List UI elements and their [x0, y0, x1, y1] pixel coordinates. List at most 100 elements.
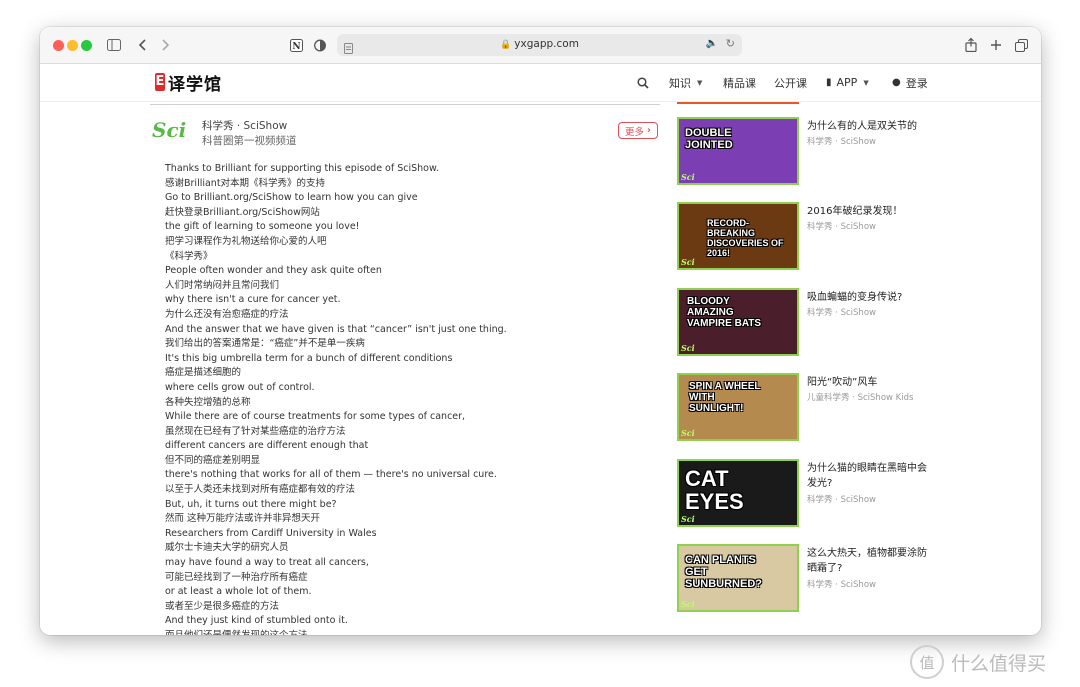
video-thumbnail[interactable]: RECORD-BREAKING DISCOVERIES OF 2016! Sci [677, 202, 799, 270]
transcript-line: It's this big umbrella term for a bunch … [165, 352, 453, 364]
nav-label: APP [836, 76, 858, 89]
video-channel[interactable]: 科学秀 · SciShow [807, 135, 876, 147]
nav-label: 知识 [669, 76, 691, 90]
tab-overview-icon[interactable] [1011, 35, 1031, 55]
watermark: 值 什么值得买 [910, 645, 1046, 679]
transcript-line: 《科学秀》 [165, 250, 213, 262]
video-thumbnail[interactable]: CAT EYES Sci [677, 459, 799, 527]
notion-extension-icon[interactable]: N [286, 35, 306, 55]
transcript-line: different cancers are different enough t… [165, 440, 369, 452]
transcript-line: 以至于人类还未找到对所有癌症都有效的疗法 [165, 484, 356, 496]
zoom-window-button[interactable] [81, 40, 92, 51]
scishow-badge-icon: Sci [681, 514, 695, 524]
transcript-line: 癌症是描述细胞的 [165, 367, 242, 379]
new-tab-icon[interactable] [986, 35, 1006, 55]
minimize-window-button[interactable] [67, 40, 78, 51]
video-title[interactable]: 阳光“吹动”风车 [807, 375, 932, 390]
audio-playing-icon[interactable]: 🔈 [706, 38, 718, 49]
more-button-label: 更多 [625, 126, 645, 138]
video-channel[interactable]: 科学秀 · SciShow [807, 578, 876, 590]
scishow-badge-icon: Sci [681, 172, 695, 182]
video-thumbnail[interactable]: BLOODY AMAZING VAMPIRE BATS Sci [677, 288, 799, 356]
watermark-logo-icon: 值 [910, 645, 944, 679]
section-divider [150, 104, 660, 105]
video-thumbnail[interactable]: CAN PLANTS GET SUNBURNED? Sci [677, 544, 799, 612]
back-icon[interactable] [132, 35, 152, 55]
transcript-line: And the answer that we have given is tha… [165, 323, 507, 335]
transcript-line: there's nothing that works for all of th… [165, 469, 497, 481]
video-title[interactable]: 为什么猫的眼睛在黑暗中会发光? [807, 461, 932, 491]
transcript-line: 可能已经找到了一种治疗所有癌症 [165, 571, 308, 583]
transcript-line: 把学习课程作为礼物送给你心爱的人吧 [165, 235, 327, 247]
channel-name[interactable]: 科学秀 · SciShow [202, 118, 287, 133]
transcript-line: And they just kind of stumbled onto it. [165, 615, 348, 627]
transcript-line: 为什么还没有治愈癌症的疗法 [165, 308, 289, 320]
transcript-line: 人们时常纳闷并且常问我们 [165, 279, 280, 291]
scishow-badge-icon: Sci [681, 428, 695, 438]
forward-icon[interactable] [156, 35, 176, 55]
site-header: E 译学馆 知识 ▼ 精品课 公开课 ▮ APP ▼ ● 登录 [40, 64, 1041, 102]
related-video-item[interactable]: CAT EYES Sci 为什么猫的眼睛在黑暗中会发光? 科学秀 · SciShow [677, 459, 977, 529]
url-text: yxgapp.com [514, 38, 579, 50]
video-thumbnail[interactable]: DOUBLE JOINTED Sci [677, 117, 799, 185]
related-video-item[interactable]: DOUBLE JOINTED Sci 为什么有的人是双关节的 科学秀 · SciSho… [677, 117, 977, 187]
nav-label: 公开课 [774, 76, 807, 90]
related-video-item[interactable]: SPIN A WHEEL WITH SUNLIGHT! Sci 阳光“吹动”风车 儿童… [677, 373, 977, 443]
transcript-line: 感谢Brilliant对本期《科学秀》的支持 [165, 177, 326, 189]
transcript-line: the gift of learning to someone you love… [165, 221, 360, 233]
privacy-shield-icon[interactable] [310, 35, 330, 55]
nav-item-login[interactable]: ● 登录 [892, 64, 928, 101]
transcript-line: 而且他们还是偶然发现的这个方法 [165, 629, 625, 635]
related-video-item[interactable]: RECORD-BREAKING DISCOVERIES OF 2016! Sci 2… [677, 202, 977, 272]
nav-item-open-courses[interactable]: 公开课 [774, 64, 807, 101]
sidebar-toggle-icon[interactable] [104, 35, 124, 55]
close-window-button[interactable] [53, 40, 64, 51]
logo-text: 译学馆 [168, 74, 222, 95]
site-logo[interactable]: E 译学馆 [155, 71, 222, 95]
thumbnail-text: CAT EYES [685, 466, 744, 514]
video-title[interactable]: 为什么有的人是双关节的 [807, 119, 932, 134]
transcript: Thanks to Brilliant for supporting this … [165, 162, 625, 635]
transcript-line: 或者至少是很多癌症的方法 [165, 600, 280, 612]
video-title[interactable]: 2016年破纪录发现！ [807, 204, 932, 219]
nav-item-premium-courses[interactable]: 精品课 [723, 64, 756, 101]
video-title[interactable]: 吸血蝙蝠的变身传说? [807, 290, 932, 305]
caret-down-icon: ▼ [863, 78, 869, 87]
watermark-text: 什么值得买 [951, 652, 1047, 675]
page-content: Sci 科学秀 · SciShow 科普圈第一视频频道 更多 › Thanks … [40, 102, 1041, 635]
video-channel[interactable]: 科学秀 · SciShow [807, 220, 876, 232]
scishow-badge-icon: Sci [681, 257, 695, 267]
nav-item-knowledge[interactable]: 知识 ▼ [669, 64, 702, 101]
nav-item-app[interactable]: ▮ APP ▼ [826, 64, 869, 101]
scishow-badge-icon: Sci [681, 599, 695, 609]
thumbnail-text: RECORD-BREAKING DISCOVERIES OF 2016! [707, 218, 784, 258]
transcript-line: or at least a whole lot of them. [165, 586, 312, 598]
address-bar[interactable]: 🔒 yxgapp.com 🔈 ↻ [337, 34, 742, 56]
transcript-line: While there are of course treatments for… [165, 411, 466, 423]
caret-down-icon: ▼ [697, 78, 703, 87]
search-icon[interactable] [637, 74, 651, 89]
related-video-item[interactable]: CAN PLANTS GET SUNBURNED? Sci 这么大热天，植物都要涂防… [677, 544, 977, 614]
video-title[interactable]: 这么大热天，植物都要涂防晒霜了? [807, 546, 932, 576]
transcript-line: 但不同的癌症差别明显 [165, 454, 261, 466]
transcript-line: 我们给出的答案通常是：“癌症”并不是单一疾病 [165, 338, 365, 350]
lock-icon: 🔒 [500, 40, 512, 50]
more-button[interactable]: 更多 › [618, 122, 658, 139]
browser-toolbar: N 🔒 yxgapp.com 🔈 ↻ [40, 27, 1041, 64]
thumbnail-text: DOUBLE JOINTED [685, 127, 733, 151]
phone-icon: ▮ [826, 77, 832, 88]
reload-icon[interactable]: ↻ [726, 37, 735, 50]
video-thumbnail[interactable]: SPIN A WHEEL WITH SUNLIGHT! Sci [677, 373, 799, 441]
video-channel[interactable]: 科学秀 · SciShow [807, 493, 876, 505]
transcript-line: Thanks to Brilliant for supporting this … [165, 163, 439, 174]
video-channel[interactable]: 儿童科学秀 · SciShow Kids [807, 391, 913, 403]
transcript-line: People often wonder and they ask quite o… [165, 265, 382, 277]
video-channel[interactable]: 科学秀 · SciShow [807, 306, 876, 318]
related-video-item[interactable]: BLOODY AMAZING VAMPIRE BATS Sci 吸血蝙蝠的变身传说?… [677, 288, 977, 358]
share-icon[interactable] [961, 35, 981, 55]
transcript-line: 威尔士卡迪夫大学的研究人员 [165, 542, 289, 554]
chevron-right-icon: › [647, 125, 651, 136]
thumbnail-text: CAN PLANTS GET SUNBURNED? [685, 554, 762, 590]
transcript-line: 各种失控增殖的总称 [165, 396, 251, 408]
channel-logo[interactable]: Sci [152, 118, 186, 142]
